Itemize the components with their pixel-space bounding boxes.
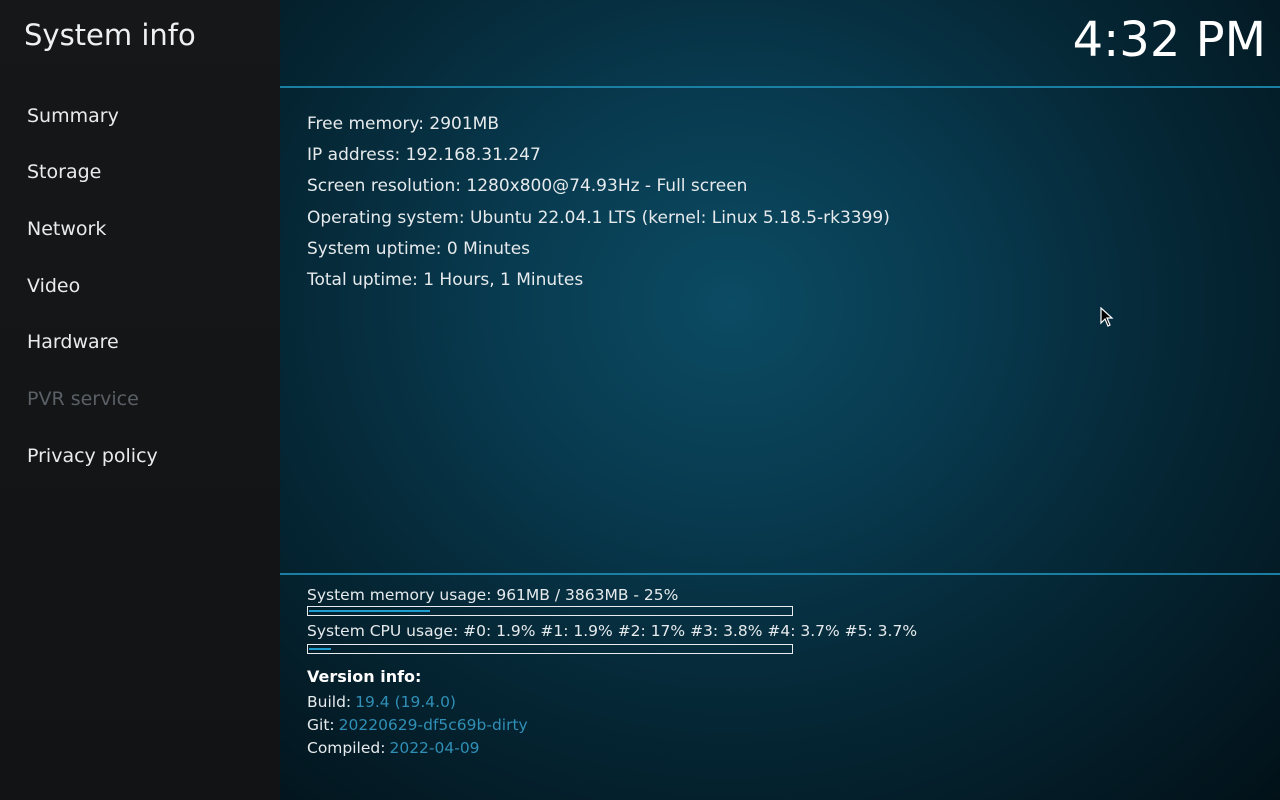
memory-usage-bar (307, 606, 793, 616)
clock: 4:32 PM (1072, 12, 1266, 68)
memory-usage-label: System memory usage: 961MB / 3863MB - 25… (307, 586, 679, 604)
app-title: System info (24, 18, 196, 52)
sidebar-item-summary[interactable]: Summary (27, 105, 119, 127)
version-build-value: 19.4 (19.4.0) (355, 693, 456, 711)
sidebar: System info Summary Storage Network Vide… (0, 0, 280, 800)
version-git-label: Git: (307, 716, 335, 734)
info-operating-system: Operating system: Ubuntu 22.04.1 LTS (ke… (307, 208, 890, 228)
version-info-title: Version info: (307, 667, 422, 686)
memory-usage-bar-fill (309, 610, 430, 612)
cpu-usage-label: System CPU usage: #0: 1.9% #1: 1.9% #2: … (307, 622, 918, 640)
cpu-usage-bar-fill (309, 648, 331, 650)
sidebar-item-privacy-policy[interactable]: Privacy policy (27, 445, 158, 467)
info-free-memory: Free memory: 2901MB (307, 114, 499, 134)
info-screen-resolution: Screen resolution: 1280x800@74.93Hz - Fu… (307, 176, 748, 196)
divider-top (280, 86, 1280, 88)
divider-bottom (280, 573, 1280, 575)
info-system-uptime: System uptime: 0 Minutes (307, 239, 531, 259)
cpu-usage-bar (307, 644, 793, 654)
version-build: Build: 19.4 (19.4.0) (307, 693, 456, 711)
sidebar-item-hardware[interactable]: Hardware (27, 331, 119, 353)
version-compiled: Compiled: 2022-04-09 (307, 739, 480, 757)
sidebar-item-storage[interactable]: Storage (27, 161, 101, 183)
sidebar-item-video[interactable]: Video (27, 275, 80, 297)
sidebar-item-network[interactable]: Network (27, 218, 106, 240)
sidebar-item-pvr-service: PVR service (27, 388, 139, 410)
main-panel: 4:32 PM Free memory: 2901MB IP address: … (280, 0, 1280, 800)
mouse-cursor-icon (1100, 307, 1114, 327)
version-git-value: 20220629-df5c69b-dirty (338, 716, 528, 734)
info-ip-address: IP address: 192.168.31.247 (307, 145, 541, 165)
version-git: Git: 20220629-df5c69b-dirty (307, 716, 528, 734)
version-compiled-label: Compiled: (307, 739, 386, 757)
info-total-uptime: Total uptime: 1 Hours, 1 Minutes (307, 270, 584, 290)
version-build-label: Build: (307, 693, 352, 711)
version-compiled-value: 2022-04-09 (389, 739, 480, 757)
